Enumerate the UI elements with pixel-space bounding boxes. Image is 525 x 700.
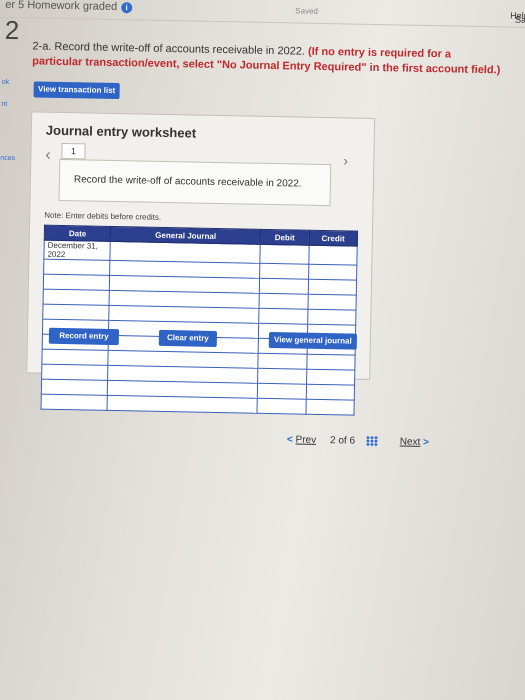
left-tab-nces[interactable]: nces — [0, 155, 15, 162]
assignment-title: er 5 Homework graded i — [5, 0, 133, 14]
date-cell[interactable] — [41, 349, 109, 366]
side-link[interactable]: Sa — [515, 15, 525, 25]
credit-cell[interactable] — [306, 369, 355, 386]
view-transaction-list-button[interactable]: View transaction list — [33, 81, 120, 100]
left-tab-ok[interactable]: ok — [2, 79, 10, 86]
instruction-text: Record the write-off of accounts receiva… — [73, 174, 302, 190]
chevron-right-icon[interactable]: > — [423, 437, 429, 448]
date-cell[interactable] — [41, 394, 108, 411]
debit-cell[interactable] — [258, 353, 307, 370]
instruction-card: Record the write-off of accounts receiva… — [58, 158, 332, 207]
date-cell[interactable] — [43, 289, 110, 306]
debit-cell[interactable] — [259, 263, 309, 280]
total-pages: 6 — [349, 435, 356, 447]
debit-cell[interactable] — [258, 308, 308, 325]
question-number: 2 — [4, 14, 20, 46]
question-prompt: 2-a. Record the write-off of accounts re… — [32, 39, 502, 78]
date-cell[interactable] — [41, 379, 108, 396]
credit-cell[interactable] — [305, 399, 355, 416]
column-header-credit: Credit — [308, 230, 358, 247]
date-cell[interactable] — [42, 304, 110, 321]
debit-cell[interactable] — [259, 278, 309, 295]
current-page: 2 — [329, 435, 336, 447]
prev-link[interactable]: Prev — [295, 435, 316, 446]
top-bar: er 5 Homework graded i Saved Help Sa — [0, 0, 525, 29]
chevron-left-icon[interactable]: < — [287, 434, 293, 445]
record-entry-button[interactable]: Record entry — [48, 327, 120, 346]
journal-table: Date General Journal Debit Credit Decemb… — [40, 224, 359, 416]
date-cell[interactable]: December 31, 2022 — [43, 240, 111, 261]
date-cell[interactable] — [43, 274, 110, 291]
view-general-journal-button[interactable]: View general journal — [268, 331, 358, 350]
clear-entry-button[interactable]: Clear entry — [158, 329, 218, 347]
debit-cell[interactable] — [257, 383, 307, 400]
info-icon[interactable]: i — [121, 2, 133, 14]
date-cell[interactable] — [41, 364, 109, 381]
account-cell[interactable] — [107, 395, 258, 414]
debits-note: Note: Enter debits before credits. — [44, 210, 162, 222]
credit-cell[interactable] — [307, 294, 357, 311]
chevron-left-icon[interactable]: ‹ — [45, 147, 51, 165]
date-cell[interactable] — [43, 259, 111, 276]
credit-cell[interactable] — [305, 384, 355, 401]
debit-cell[interactable] — [260, 244, 309, 265]
left-tab-nt[interactable]: nt — [1, 101, 7, 108]
homework-screen: er 5 Homework graded i Saved Help Sa 2 ok… — [0, 0, 525, 700]
debit-cell[interactable] — [257, 368, 307, 385]
grid-icon[interactable] — [365, 436, 378, 447]
of-label: of — [338, 435, 347, 447]
worksheet-page-tab[interactable]: 1 — [61, 142, 86, 160]
worksheet-title: Journal entry worksheet — [45, 122, 197, 141]
debit-cell[interactable] — [259, 293, 308, 310]
photo-background: er 5 Homework graded i Saved Help Sa 2 ok… — [0, 0, 525, 700]
credit-cell[interactable] — [306, 354, 356, 371]
next-link[interactable]: Next — [400, 437, 421, 448]
saved-status: Saved — [295, 6, 318, 16]
credit-cell[interactable] — [308, 264, 357, 281]
chevron-right-icon[interactable]: › — [343, 152, 348, 168]
credit-cell[interactable] — [308, 245, 358, 266]
credit-cell[interactable] — [307, 279, 357, 296]
debit-cell[interactable] — [257, 398, 306, 415]
column-header-debit: Debit — [260, 229, 310, 246]
prompt-lead: 2-a. Record the write-off of accounts re… — [32, 40, 306, 58]
credit-cell[interactable] — [307, 309, 356, 326]
pagination: < Prev 2 of 6 Next > — [287, 434, 429, 448]
column-header-date: Date — [44, 225, 111, 242]
